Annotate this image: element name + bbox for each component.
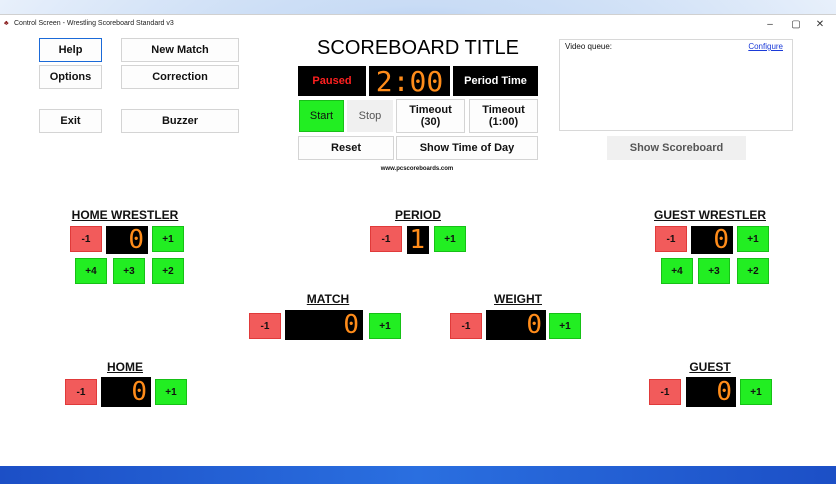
home-wrestler-plus3-button[interactable]: +3: [113, 258, 145, 284]
video-queue-panel[interactable]: Video queue: Configure: [559, 39, 793, 131]
timeout-30-line2: (30): [420, 116, 441, 128]
home-wrestler-score: 0: [128, 225, 144, 255]
period-title: PERIOD: [394, 208, 441, 222]
close-icon[interactable]: ✕: [810, 18, 830, 32]
timeout-30-button[interactable]: Timeout (30): [396, 99, 465, 133]
minimize-icon[interactable]: –: [760, 18, 780, 32]
guest-wrestler-title: GUEST WRESTLER: [653, 208, 766, 222]
home-minus-button[interactable]: -1: [65, 379, 97, 405]
weight-plus-button[interactable]: +1: [549, 313, 581, 339]
control-window: ♣ Control Screen - Wrestling Scoreboard …: [0, 14, 836, 467]
timeout-100-line2: (1:00): [488, 116, 519, 128]
clock-value: 2:00: [375, 64, 444, 98]
guest-wrestler-plus2-button[interactable]: +2: [737, 258, 769, 284]
guest-display: 0: [686, 377, 736, 407]
maximize-icon[interactable]: ▢: [786, 18, 806, 32]
weight-value: 0: [526, 310, 542, 340]
guest-wrestler-plus4-button[interactable]: +4: [661, 258, 693, 284]
guest-wrestler-plus3-button[interactable]: +3: [698, 258, 730, 284]
buzzer-button[interactable]: Buzzer: [121, 109, 239, 133]
guest-wrestler-minus-button[interactable]: -1: [655, 226, 687, 252]
home-wrestler-plus4-button[interactable]: +4: [75, 258, 107, 284]
start-button[interactable]: Start: [299, 100, 344, 132]
exit-button[interactable]: Exit: [39, 109, 102, 133]
match-minus-button[interactable]: -1: [249, 313, 281, 339]
title-bar: ♣ Control Screen - Wrestling Scoreboard …: [0, 15, 836, 35]
status-display: Paused: [298, 66, 366, 96]
period-time-button[interactable]: Period Time: [453, 66, 538, 96]
weight-minus-button[interactable]: -1: [450, 313, 482, 339]
home-title: HOME: [107, 360, 143, 374]
period-display: 1: [407, 226, 429, 254]
home-wrestler-minus-button[interactable]: -1: [70, 226, 102, 252]
home-value: 0: [131, 377, 147, 407]
weight-title: WEIGHT: [494, 292, 542, 306]
website-label: www.pcscoreboards.com: [380, 166, 454, 172]
period-time-label: Period Time: [464, 75, 527, 87]
match-display: 0: [285, 310, 363, 340]
video-queue-label: Video queue:: [565, 42, 613, 51]
period-minus-button[interactable]: -1: [370, 226, 402, 252]
options-button[interactable]: Options: [39, 65, 102, 89]
stop-button[interactable]: Stop: [347, 100, 393, 132]
period-plus-button[interactable]: +1: [434, 226, 466, 252]
match-plus-button[interactable]: +1: [369, 313, 401, 339]
guest-title: GUEST: [689, 360, 731, 374]
timeout-100-line1: Timeout: [482, 104, 525, 116]
status-text: Paused: [312, 75, 352, 87]
show-time-of-day-button[interactable]: Show Time of Day: [396, 136, 538, 160]
home-wrestler-plus1-button[interactable]: +1: [152, 226, 184, 252]
scoreboard-title: SCOREBOARD TITLE: [317, 37, 519, 59]
match-value: 0: [343, 310, 359, 340]
home-wrestler-plus2-button[interactable]: +2: [152, 258, 184, 284]
home-wrestler-score-display: 0: [106, 226, 148, 254]
guest-value: 0: [716, 377, 732, 407]
configure-link[interactable]: Configure: [748, 42, 783, 51]
show-scoreboard-button[interactable]: Show Scoreboard: [607, 136, 746, 160]
window-title: Control Screen - Wrestling Scoreboard St…: [14, 20, 174, 27]
reset-button[interactable]: Reset: [298, 136, 394, 160]
timeout-100-button[interactable]: Timeout (1:00): [469, 99, 538, 133]
app-icon: ♣: [4, 20, 9, 27]
home-wrestler-title: HOME WRESTLER: [71, 208, 179, 222]
home-plus-button[interactable]: +1: [155, 379, 187, 405]
guest-wrestler-score-display: 0: [691, 226, 733, 254]
weight-display: 0: [486, 310, 546, 340]
correction-button[interactable]: Correction: [121, 65, 239, 89]
clock-display: 2:00: [369, 64, 450, 98]
new-match-button[interactable]: New Match: [121, 38, 239, 62]
period-value: 1: [409, 225, 425, 255]
guest-wrestler-plus1-button[interactable]: +1: [737, 226, 769, 252]
guest-wrestler-score: 0: [713, 225, 729, 255]
guest-plus-button[interactable]: +1: [740, 379, 772, 405]
home-display: 0: [101, 377, 151, 407]
timeout-30-line1: Timeout: [409, 104, 452, 116]
desktop-taskbar-strip: [0, 466, 836, 484]
help-button[interactable]: Help: [39, 38, 102, 62]
match-title: MATCH: [306, 292, 350, 306]
guest-minus-button[interactable]: -1: [649, 379, 681, 405]
